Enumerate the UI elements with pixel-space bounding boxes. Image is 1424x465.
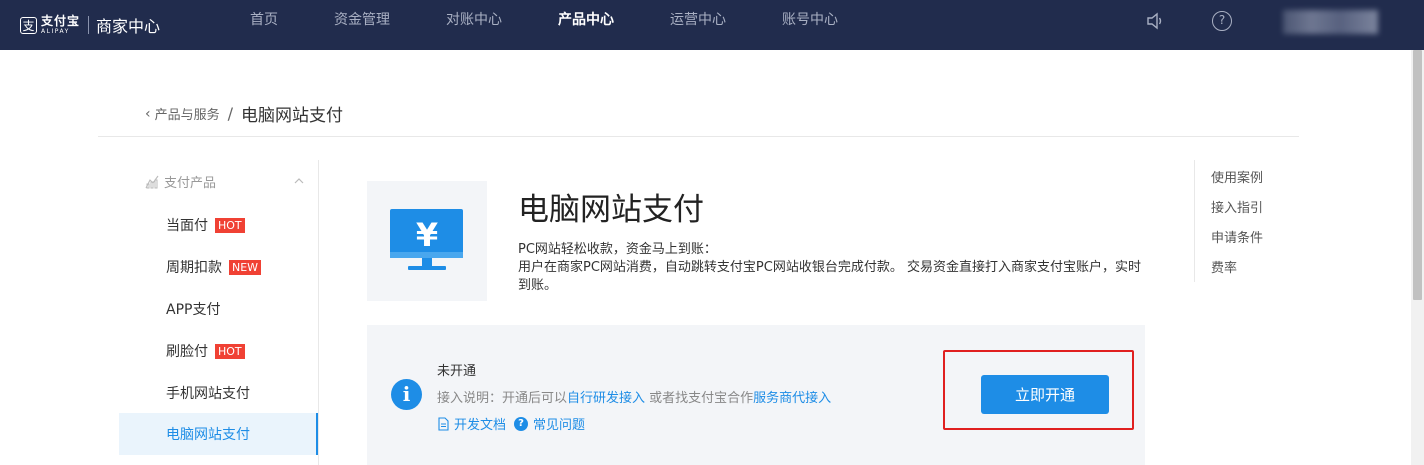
sidebar-item-label: 刷脸付: [166, 344, 208, 360]
logo-en: ALIPAY: [41, 28, 70, 35]
sidebar-item-mobile-web-payment[interactable]: 手机网站支付: [119, 372, 319, 414]
sidebar-item-face-to-face[interactable]: 当面付 HOT: [119, 204, 319, 246]
nav-funds[interactable]: 资金管理: [334, 0, 390, 50]
top-navigation-bar: 支 支付宝 ALIPAY 商家中心 首页 资金管理 对账中心 产品中心 运营中心…: [0, 0, 1424, 50]
logo-wordmark: 支付宝 ALIPAY: [41, 14, 81, 36]
sidebar-group-payment-products[interactable]: 支付产品: [144, 172, 216, 191]
new-badge: NEW: [229, 259, 262, 275]
help-icon[interactable]: ?: [1212, 11, 1232, 31]
self-develop-link[interactable]: 自行研发接入: [567, 391, 645, 406]
chevron-up-icon[interactable]: [294, 176, 304, 186]
chevron-left-icon: ‹: [145, 105, 151, 122]
faq-link[interactable]: ? 常见问题: [514, 414, 585, 433]
chart-bars-icon: [145, 175, 159, 188]
description-line-1: PC网站轻松收款，资金马上到账：: [518, 242, 717, 257]
sidebar-group-label: 支付产品: [164, 176, 217, 191]
anchor-fees[interactable]: 费率: [1211, 257, 1237, 276]
yen-symbol: ¥: [416, 216, 438, 254]
app-name: 商家中心: [96, 17, 161, 36]
back-to-products-link[interactable]: ‹ 产品与服务: [145, 104, 220, 124]
anchor-use-cases[interactable]: 使用案例: [1211, 167, 1263, 186]
nav-account[interactable]: 账号中心: [782, 0, 838, 50]
alipay-logo[interactable]: 支 支付宝 ALIPAY 商家中心: [20, 10, 160, 40]
scrollbar-thumb[interactable]: [1413, 50, 1422, 300]
breadcrumb-current: 电脑网站支付: [241, 106, 344, 126]
product-icon-box: ¥: [367, 181, 487, 301]
description-line-2: 用户在商家PC网站消费，自动跳转支付宝PC网站收银台完成付款。 交易资金直接打入…: [518, 260, 1141, 293]
service-provider-link[interactable]: 服务商代接入: [753, 391, 831, 406]
document-icon: [438, 416, 449, 431]
doc-links: 开发文档 ? 常见问题: [437, 414, 593, 433]
nav-operations[interactable]: 运营中心: [670, 0, 726, 50]
back-link-label: 产品与服务: [154, 108, 220, 123]
sidebar-item-label: 当面付: [166, 218, 208, 234]
nav-reconciliation[interactable]: 对账中心: [446, 0, 502, 50]
page-scrollbar[interactable]: [1411, 50, 1424, 465]
breadcrumb-separator: /: [227, 104, 234, 123]
product-title: 电脑网站支付: [518, 192, 704, 228]
product-description: PC网站轻松收款，资金马上到账： 用户在商家PC网站消费，自动跳转支付宝PC网站…: [518, 241, 1148, 295]
faq-label: 常见问题: [533, 418, 586, 433]
yen-monitor-icon: ¥: [390, 209, 463, 270]
sidebar-item-pc-web-payment[interactable]: 电脑网站支付: [119, 413, 319, 455]
nav-home[interactable]: 首页: [250, 0, 278, 50]
info-icon: i: [391, 379, 422, 410]
desc-middle: 或者找支付宝合作: [645, 391, 754, 406]
anchor-integration-guide[interactable]: 接入指引: [1211, 197, 1263, 216]
hot-badge: HOT: [215, 343, 245, 359]
sidebar-item-label: 手机网站支付: [166, 386, 250, 402]
alipay-logo-icon: 支: [20, 16, 37, 34]
sidebar-item-label: 周期扣款: [166, 260, 222, 276]
breadcrumb: ‹ 产品与服务 / 电脑网站支付: [145, 101, 343, 126]
sidebar-item-label: 电脑网站支付: [166, 427, 250, 443]
speaker-icon[interactable]: [1145, 11, 1165, 31]
dev-docs-link[interactable]: 开发文档: [437, 414, 506, 433]
integration-description: 接入说明：开通后可以自行研发接入 或者找支付宝合作服务商代接入: [437, 387, 831, 406]
sidebar-item-label: APP支付: [166, 302, 221, 318]
logo-divider: [88, 16, 90, 34]
hot-badge: HOT: [215, 217, 245, 233]
activate-now-button[interactable]: 立即开通: [981, 375, 1109, 414]
header-divider: [98, 136, 1299, 137]
sidebar-item-recurring-deduction[interactable]: 周期扣款 NEW: [119, 246, 319, 288]
question-icon: ?: [514, 416, 529, 431]
anchor-nav-line: [1194, 160, 1195, 282]
desc-prefix: 接入说明：开通后可以: [437, 391, 568, 406]
sidebar-item-app-payment[interactable]: APP支付: [119, 288, 319, 330]
dev-docs-label: 开发文档: [454, 418, 507, 433]
sidebar-item-face-payment[interactable]: 刷脸付 HOT: [119, 330, 319, 372]
sidebar-divider: [318, 160, 319, 465]
logo-cn: 支付宝: [41, 14, 81, 28]
anchor-requirements[interactable]: 申请条件: [1211, 227, 1263, 246]
user-account-blurred[interactable]: [1283, 10, 1378, 34]
nav-products[interactable]: 产品中心: [558, 0, 614, 50]
status-title: 未开通: [437, 364, 477, 379]
